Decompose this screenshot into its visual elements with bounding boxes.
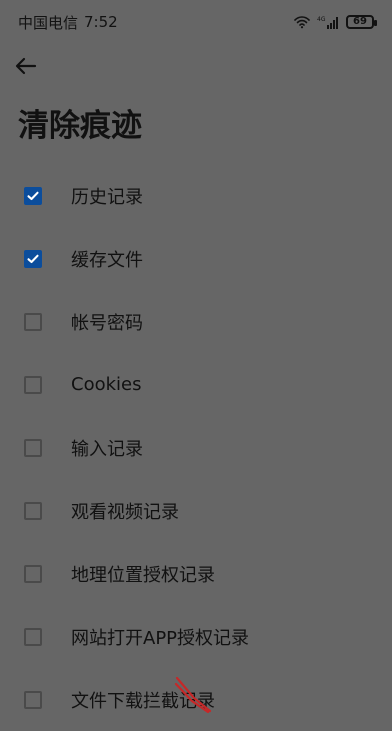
network-label-text: 4G — [317, 16, 326, 23]
download-block-history-label: 文件下载拦截记录 — [71, 690, 215, 712]
account-password-checkbox[interactable] — [24, 312, 42, 331]
status-right: 4G 69 — [294, 15, 377, 30]
cache-checkbox[interactable] — [24, 249, 42, 268]
option-cache[interactable]: 缓存文件 — [0, 227, 392, 290]
status-bar: 中国电信 7:52 4G 69 — [0, 0, 392, 44]
option-video-history[interactable]: 观看视频记录 — [0, 479, 392, 542]
clear-options-list: 历史记录 缓存文件 帐号密码 Cookies 输入记录 观看视频记录 地理位置授… — [0, 164, 392, 731]
status-left: 中国电信 7:52 — [18, 12, 118, 33]
location-authorization-label: 地理位置授权记录 — [71, 564, 215, 586]
option-download-block-history[interactable]: 文件下载拦截记录 — [0, 668, 392, 731]
history-label: 历史记录 — [71, 186, 143, 208]
check-icon — [27, 254, 39, 263]
option-account-password[interactable]: 帐号密码 — [0, 290, 392, 353]
arrow-left-icon — [15, 57, 37, 79]
option-app-authorization[interactable]: 网站打开APP授权记录 — [0, 605, 392, 668]
video-history-checkbox[interactable] — [24, 501, 42, 520]
history-checkbox[interactable] — [24, 186, 42, 205]
option-input-history[interactable]: 输入记录 — [0, 416, 392, 479]
page-title: 清除痕迹 — [18, 108, 142, 144]
status-time: 7:52 — [84, 13, 118, 31]
input-history-checkbox[interactable] — [24, 438, 42, 457]
signal-icon: 4G — [317, 15, 339, 30]
account-password-label: 帐号密码 — [71, 312, 143, 334]
option-cookies[interactable]: Cookies — [0, 353, 392, 416]
back-button[interactable] — [14, 56, 38, 80]
download-block-history-checkbox[interactable] — [24, 690, 42, 709]
battery-level: 69 — [353, 16, 367, 27]
option-location-authorization[interactable]: 地理位置授权记录 — [0, 542, 392, 605]
app-authorization-label: 网站打开APP授权记录 — [71, 627, 250, 649]
cookies-checkbox[interactable] — [24, 375, 42, 394]
video-history-label: 观看视频记录 — [71, 501, 179, 523]
cache-label: 缓存文件 — [71, 249, 143, 271]
cookies-label: Cookies — [71, 374, 142, 395]
input-history-label: 输入记录 — [71, 438, 143, 460]
check-icon — [27, 191, 39, 200]
app-authorization-checkbox[interactable] — [24, 627, 42, 646]
location-authorization-checkbox[interactable] — [24, 564, 42, 583]
battery-icon: 69 — [346, 15, 377, 29]
carrier-name: 中国电信 — [18, 13, 79, 32]
wifi-icon — [294, 15, 310, 29]
option-history[interactable]: 历史记录 — [0, 164, 392, 227]
